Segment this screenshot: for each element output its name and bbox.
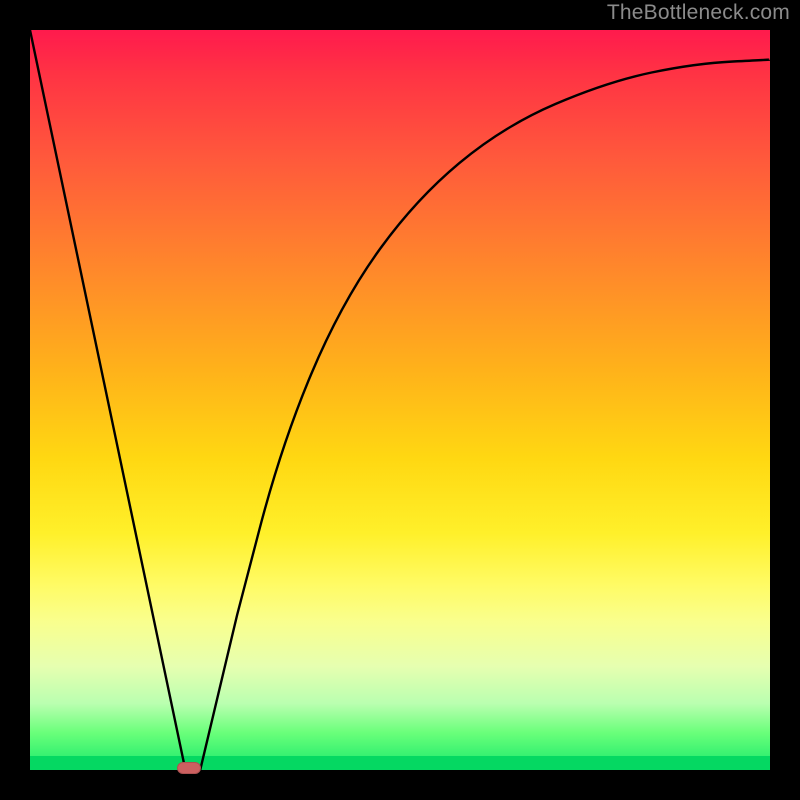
bottleneck-curve-svg [30,30,770,770]
optimal-marker [177,762,201,774]
chart-stage: TheBottleneck.com [0,0,800,800]
watermark-text: TheBottleneck.com [607,1,790,25]
bottleneck-curve-path [30,30,770,770]
